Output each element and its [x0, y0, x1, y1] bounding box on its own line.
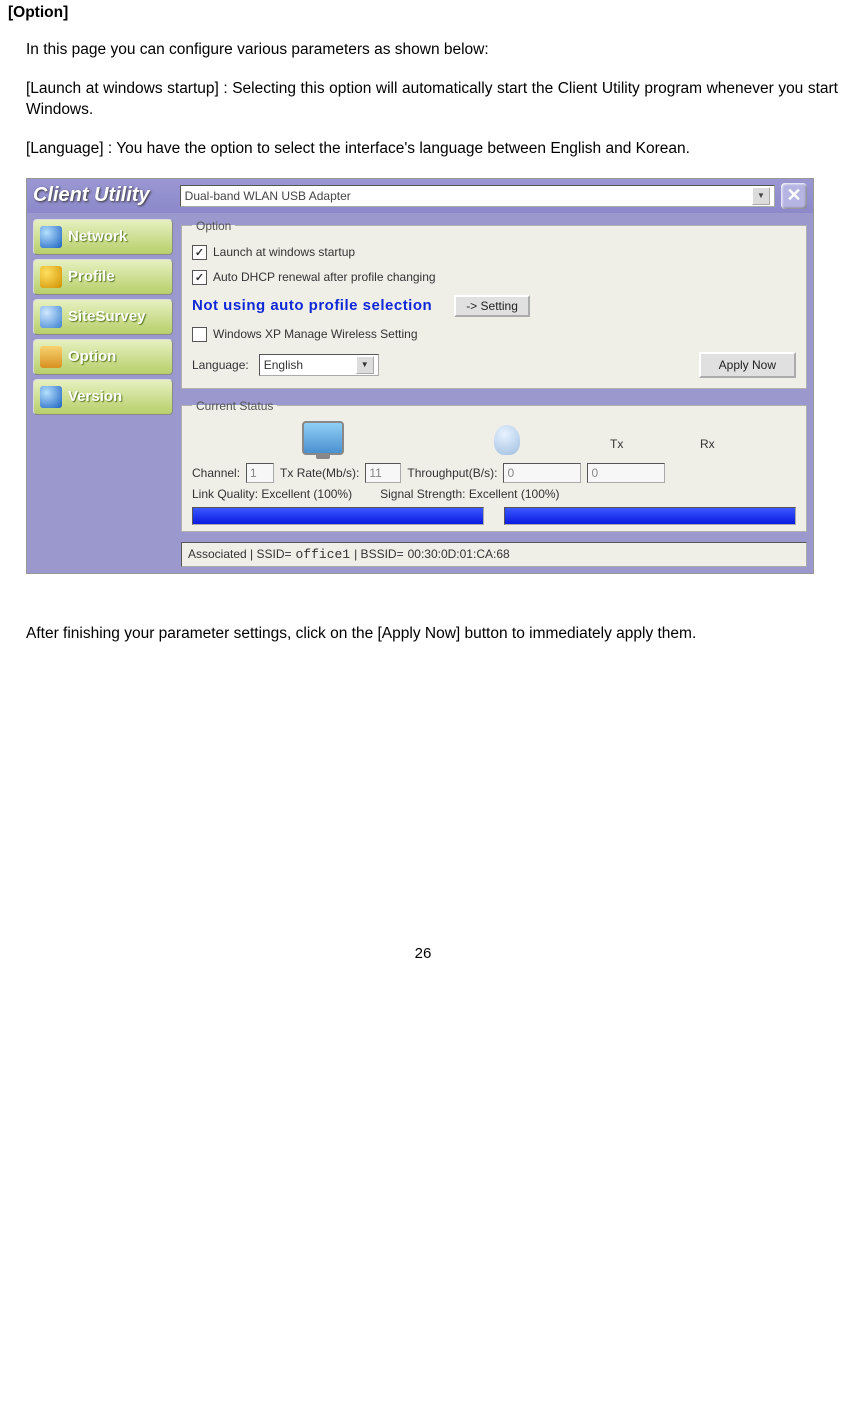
launch-paragraph: [Launch at windows startup] : Selecting … — [26, 79, 838, 121]
xp-manage-checkbox-label: Windows XP Manage Wireless Setting — [213, 327, 418, 341]
status-legend: Current Status — [192, 399, 277, 413]
dhcp-checkbox-label: Auto DHCP renewal after profile changing — [213, 270, 436, 284]
xp-manage-checkbox[interactable] — [192, 327, 207, 342]
signal-strength-bar — [504, 507, 796, 525]
dropdown-arrow-icon: ▼ — [752, 187, 770, 205]
client-utility-window: Client Utility Dual-band WLAN USB Adapte… — [26, 178, 814, 574]
intro-paragraph: In this page you can configure various p… — [26, 40, 838, 61]
channel-value: 1 — [246, 463, 274, 483]
globe-icon — [40, 386, 62, 408]
status-panel: Current Status Tx Rx Channel: 1 Tx Rate(… — [181, 399, 807, 532]
adapter-dropdown[interactable]: Dual-band WLAN USB Adapter ▼ — [180, 185, 775, 207]
sidebar-item-label: Network — [68, 228, 127, 245]
bssid-prefix: | BSSID= — [354, 547, 403, 561]
folder-icon — [40, 346, 62, 368]
close-icon: ✕ — [786, 185, 801, 206]
sidebar-item-label: Option — [68, 348, 116, 365]
webcam-icon — [494, 425, 520, 455]
sidebar-item-label: Profile — [68, 268, 115, 285]
magnifier-icon — [40, 306, 62, 328]
page-number: 26 — [8, 945, 838, 962]
adapter-value: Dual-band WLAN USB Adapter — [185, 189, 351, 203]
language-paragraph: [Language] : You have the option to sele… — [26, 139, 838, 160]
sidebar: Network Profile SiteSurvey Option Versio… — [33, 219, 173, 567]
globe-icon — [40, 226, 62, 248]
titlebar: Client Utility Dual-band WLAN USB Adapte… — [27, 179, 813, 213]
txrate-label: Tx Rate(Mb/s): — [280, 466, 359, 480]
sidebar-item-profile[interactable]: Profile — [33, 259, 173, 295]
computer-icon — [302, 421, 344, 455]
ssid-value: office1 — [296, 547, 351, 562]
channel-label: Channel: — [192, 466, 240, 480]
option-legend: Option — [192, 219, 235, 233]
link-quality-bar — [192, 507, 484, 525]
launch-checkbox[interactable]: ✓ — [192, 245, 207, 260]
signal-strength-label: Signal Strength: — [380, 487, 465, 501]
close-button[interactable]: ✕ — [781, 183, 807, 209]
signal-strength-value: Excellent (100%) — [469, 487, 560, 501]
language-label: Language: — [192, 358, 249, 372]
assoc-prefix: Associated | SSID= — [188, 547, 292, 561]
dropdown-arrow-icon: ▼ — [356, 356, 374, 374]
rx-label: Rx — [700, 437, 715, 451]
rx-value: 0 — [587, 463, 665, 483]
tx-value: 0 — [503, 463, 581, 483]
option-panel: Option ✓ Launch at windows startup ✓ Aut… — [181, 219, 807, 389]
apply-now-button[interactable]: Apply Now — [699, 352, 796, 378]
sidebar-item-version[interactable]: Version — [33, 379, 173, 415]
link-quality-label: Link Quality: — [192, 487, 258, 501]
link-quality-value: Excellent (100%) — [261, 487, 352, 501]
footer-paragraph: After finishing your parameter settings,… — [26, 624, 820, 645]
sidebar-item-label: Version — [68, 388, 122, 405]
sidebar-item-sitesurvey[interactable]: SiteSurvey — [33, 299, 173, 335]
launch-checkbox-label: Launch at windows startup — [213, 245, 355, 259]
language-value: English — [264, 358, 303, 372]
throughput-label: Throughput(B/s): — [407, 466, 497, 480]
section-heading: [Option] — [8, 4, 838, 22]
sidebar-item-network[interactable]: Network — [33, 219, 173, 255]
sidebar-item-label: SiteSurvey — [68, 308, 146, 325]
sidebar-item-option[interactable]: Option — [33, 339, 173, 375]
language-dropdown[interactable]: English ▼ — [259, 354, 379, 376]
association-status-bar: Associated | SSID= office1 | BSSID= 00:3… — [181, 542, 807, 567]
app-title: Client Utility — [33, 184, 180, 207]
star-icon — [40, 266, 62, 288]
dhcp-checkbox[interactable]: ✓ — [192, 270, 207, 285]
setting-button[interactable]: -> Setting — [454, 295, 530, 317]
auto-profile-status: Not using auto profile selection — [192, 297, 432, 314]
tx-label: Tx — [610, 437, 623, 451]
bssid-value: 00:30:0D:01:CA:68 — [408, 547, 510, 561]
txrate-value: 11 — [365, 463, 401, 483]
